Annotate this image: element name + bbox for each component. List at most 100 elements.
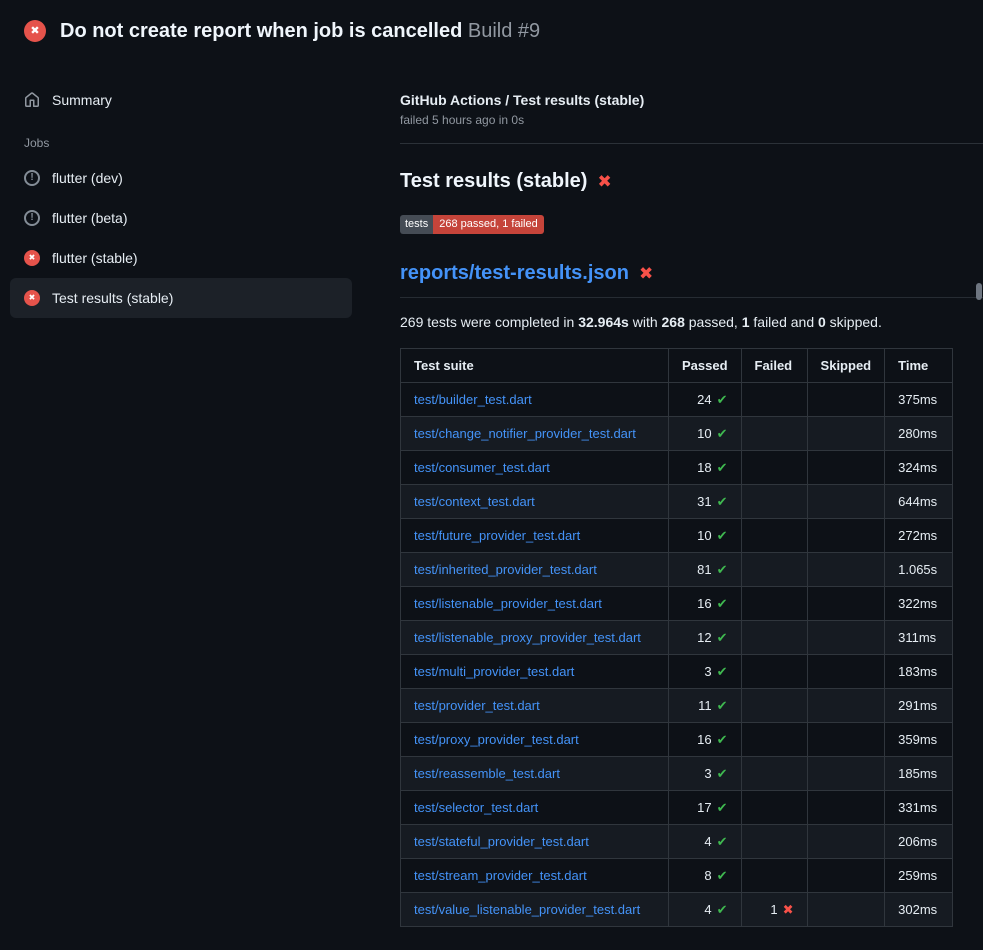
- suite-link[interactable]: test/inherited_provider_test.dart: [414, 562, 597, 577]
- report-file-link[interactable]: reports/test-results.json: [400, 262, 629, 285]
- table-row: test/proxy_provider_test.dart 16✔ 359ms: [401, 723, 953, 757]
- suite-link[interactable]: test/context_test.dart: [414, 494, 535, 509]
- suite-link[interactable]: test/stream_provider_test.dart: [414, 868, 587, 883]
- check-icon: ✔: [717, 868, 728, 883]
- summary-segment: 1: [742, 314, 750, 330]
- suite-cell: test/proxy_provider_test.dart: [401, 723, 669, 757]
- time-value: 291ms: [898, 698, 937, 713]
- skipped-cell: [807, 859, 885, 893]
- table-row: test/provider_test.dart 11✔ 291ms: [401, 689, 953, 723]
- time-cell: 302ms: [885, 893, 953, 927]
- skipped-cell: [807, 553, 885, 587]
- passed-cell: 17✔: [669, 791, 742, 825]
- time-value: 375ms: [898, 392, 937, 407]
- report-heading: reports/test-results.json ✖: [400, 262, 983, 298]
- col-failed: Failed: [741, 349, 807, 383]
- job-status-icon: ✖: [24, 250, 40, 266]
- summary-segment: skipped.: [826, 314, 882, 330]
- time-value: 272ms: [898, 528, 937, 543]
- suite-link[interactable]: test/stateful_provider_test.dart: [414, 834, 589, 849]
- table-row: test/context_test.dart 31✔ 644ms: [401, 485, 953, 519]
- section-title: Test results (stable) ✖: [400, 170, 983, 193]
- check-icon: ✔: [717, 392, 728, 407]
- summary-segment: failed and: [750, 314, 819, 330]
- suite-cell: test/change_notifier_provider_test.dart: [401, 417, 669, 451]
- table-row: test/future_provider_test.dart 10✔ 272ms: [401, 519, 953, 553]
- suite-link[interactable]: test/selector_test.dart: [414, 800, 538, 815]
- suite-cell: test/value_listenable_provider_test.dart: [401, 893, 669, 927]
- time-cell: 331ms: [885, 791, 953, 825]
- badge-value: 268 passed, 1 failed: [433, 215, 543, 234]
- time-cell: 311ms: [885, 621, 953, 655]
- check-icon: ✔: [717, 596, 728, 611]
- passed-cell: 10✔: [669, 519, 742, 553]
- passed-cell: 24✔: [669, 383, 742, 417]
- time-value: 311ms: [898, 630, 936, 645]
- suite-link[interactable]: test/listenable_provider_test.dart: [414, 596, 602, 611]
- suite-link[interactable]: test/listenable_proxy_provider_test.dart: [414, 630, 641, 645]
- time-value: 302ms: [898, 902, 937, 917]
- main-content: GitHub Actions / Test results (stable) f…: [400, 56, 983, 927]
- suite-link[interactable]: test/change_notifier_provider_test.dart: [414, 426, 636, 441]
- time-value: 1.065s: [898, 562, 937, 577]
- failed-value: 1: [770, 902, 777, 917]
- skipped-cell: [807, 621, 885, 655]
- suite-link[interactable]: test/provider_test.dart: [414, 698, 540, 713]
- time-cell: 291ms: [885, 689, 953, 723]
- suite-link[interactable]: test/multi_provider_test.dart: [414, 664, 574, 679]
- suite-link[interactable]: test/builder_test.dart: [414, 392, 532, 407]
- time-value: 183ms: [898, 664, 937, 679]
- job-label: flutter (dev): [52, 170, 123, 186]
- suite-link[interactable]: test/consumer_test.dart: [414, 460, 550, 475]
- failed-cell: [741, 621, 807, 655]
- check-icon: ✔: [717, 800, 728, 815]
- passed-value: 18: [697, 460, 711, 475]
- time-cell: 644ms: [885, 485, 953, 519]
- summary-segment: with: [629, 314, 662, 330]
- summary-label: Summary: [52, 92, 112, 108]
- skipped-cell: [807, 485, 885, 519]
- sidebar-job-item[interactable]: ! flutter (dev): [10, 158, 352, 198]
- suite-link[interactable]: test/value_listenable_provider_test.dart: [414, 902, 640, 917]
- job-label: flutter (beta): [52, 210, 127, 226]
- check-icon: ✔: [717, 766, 728, 781]
- suite-cell: test/reassemble_test.dart: [401, 757, 669, 791]
- skipped-cell: [807, 757, 885, 791]
- time-value: 280ms: [898, 426, 937, 441]
- job-label: Test results (stable): [52, 290, 173, 306]
- time-value: 324ms: [898, 460, 937, 475]
- failed-cell: [741, 757, 807, 791]
- passed-value: 4: [704, 834, 711, 849]
- check-icon: ✔: [717, 732, 728, 747]
- suite-cell: test/multi_provider_test.dart: [401, 655, 669, 689]
- skipped-cell: [807, 893, 885, 927]
- passed-cell: 4✔: [669, 893, 742, 927]
- skipped-cell: [807, 825, 885, 859]
- failed-cell: [741, 383, 807, 417]
- failed-status-icon: ✖: [24, 20, 46, 42]
- sidebar-job-item[interactable]: ✖ Test results (stable): [10, 278, 352, 318]
- sidebar-job-item[interactable]: ! flutter (beta): [10, 198, 352, 238]
- summary-segment: 269 tests were completed in: [400, 314, 578, 330]
- build-number: Build #9: [468, 20, 540, 42]
- passed-value: 3: [704, 766, 711, 781]
- failed-cell: [741, 553, 807, 587]
- suite-link[interactable]: test/future_provider_test.dart: [414, 528, 580, 543]
- check-icon: ✔: [717, 426, 728, 441]
- sidebar-item-summary[interactable]: Summary: [10, 80, 352, 120]
- scrollbar-thumb[interactable]: [976, 283, 982, 300]
- check-icon: ✔: [717, 664, 728, 679]
- suite-link[interactable]: test/proxy_provider_test.dart: [414, 732, 579, 747]
- passed-value: 4: [704, 902, 711, 917]
- sidebar-job-item[interactable]: ✖ flutter (stable): [10, 238, 352, 278]
- suite-link[interactable]: test/reassemble_test.dart: [414, 766, 560, 781]
- job-status-icon: ✖: [24, 290, 40, 306]
- failed-cell: [741, 825, 807, 859]
- passed-cell: 16✔: [669, 723, 742, 757]
- time-cell: 359ms: [885, 723, 953, 757]
- suite-cell: test/inherited_provider_test.dart: [401, 553, 669, 587]
- time-value: 206ms: [898, 834, 937, 849]
- col-test-suite: Test suite: [401, 349, 669, 383]
- table-row: test/change_notifier_provider_test.dart …: [401, 417, 953, 451]
- time-value: 185ms: [898, 766, 937, 781]
